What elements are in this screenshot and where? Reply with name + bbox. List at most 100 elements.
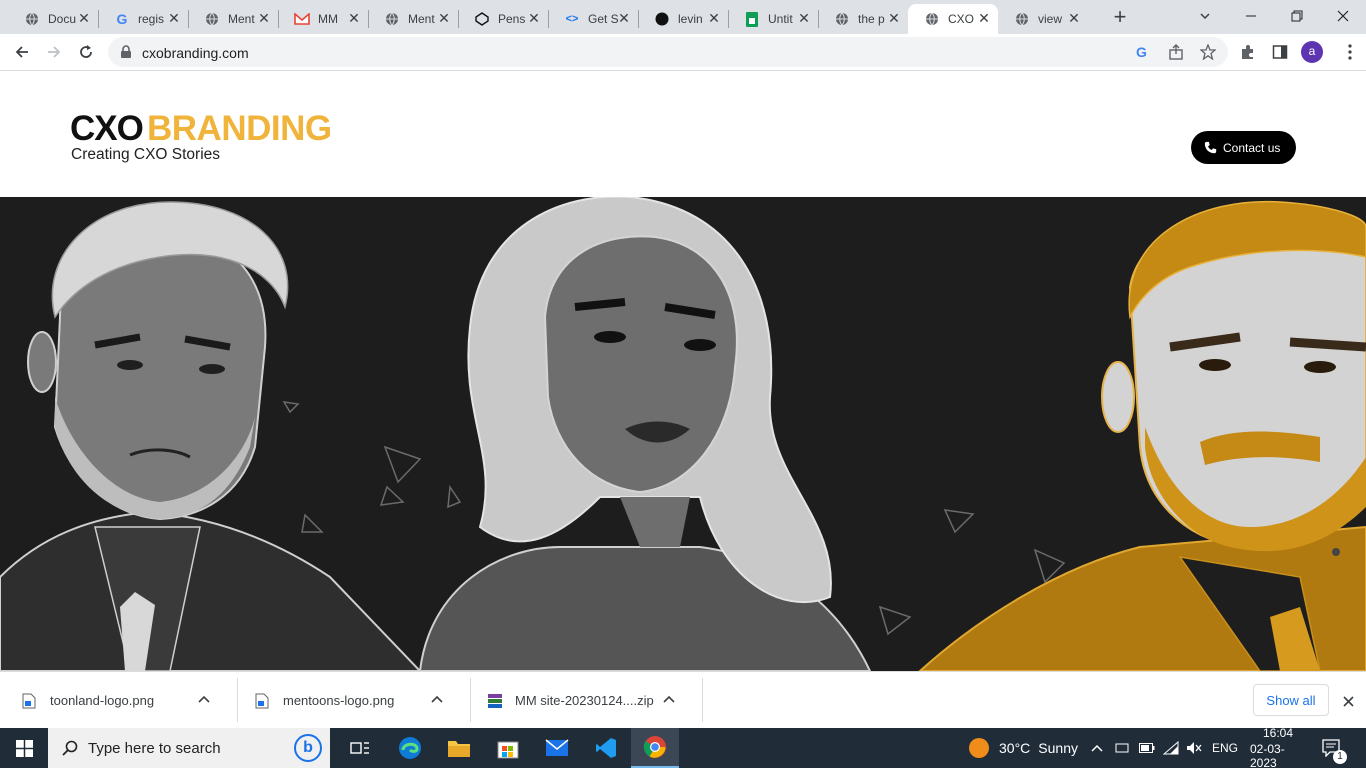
wifi-icon xyxy=(1163,741,1179,755)
tab-search-button[interactable] xyxy=(1182,0,1228,32)
share-icon[interactable] xyxy=(1168,44,1184,60)
taskbar-vscode[interactable] xyxy=(582,728,630,768)
tab-10[interactable]: CXO ✕ xyxy=(908,4,998,34)
start-button[interactable] xyxy=(0,728,48,768)
download-separator xyxy=(237,678,238,722)
download-item[interactable]: MM site-20230124....zip xyxy=(487,672,702,729)
tab-3[interactable]: MM ✕ xyxy=(278,4,368,34)
tab-separator xyxy=(368,10,369,28)
notification-count: 1 xyxy=(1333,750,1347,764)
tab-11[interactable]: view ✕ xyxy=(998,4,1088,34)
taskbar-store[interactable] xyxy=(484,728,532,768)
browser-toolbar: cxobranding.com G a xyxy=(0,34,1366,71)
tab-7[interactable]: levin ✕ xyxy=(638,4,728,34)
extensions-button[interactable] xyxy=(1234,38,1262,66)
side-panel-button[interactable] xyxy=(1266,38,1294,66)
battery-indicator[interactable] xyxy=(1139,728,1155,768)
tab-5[interactable]: Pens ✕ xyxy=(458,4,548,34)
tab-4[interactable]: Ment ✕ xyxy=(368,4,458,34)
tab-close-icon[interactable]: ✕ xyxy=(976,10,992,26)
weather-text: Sunny xyxy=(1038,740,1078,756)
tab-close-icon[interactable]: ✕ xyxy=(1066,10,1082,26)
close-icon xyxy=(1342,695,1354,707)
logo-text-cxo[interactable]: CXO xyxy=(70,109,144,149)
tab-close-icon[interactable]: ✕ xyxy=(886,10,902,26)
tab-strip: Docu ✕ Gregis ✕ Ment ✕ MM ✕ Ment ✕ Pens ✕ <> Get S ✕ le… xyxy=(0,0,1366,34)
tab-6[interactable]: <> Get S ✕ xyxy=(548,4,638,34)
store-icon xyxy=(497,741,519,759)
search-icon xyxy=(62,740,78,756)
tab-9[interactable]: the p ✕ xyxy=(818,4,908,34)
tab-close-icon[interactable]: ✕ xyxy=(796,10,812,26)
tab-close-icon[interactable]: ✕ xyxy=(706,10,722,26)
tab-2[interactable]: Ment ✕ xyxy=(188,4,278,34)
restore-button[interactable] xyxy=(1274,0,1320,32)
taskbar-mail[interactable] xyxy=(533,728,581,768)
tab-separator xyxy=(638,10,639,28)
clock[interactable]: 16:04 02-03-2023 xyxy=(1250,726,1306,770)
tab-close-icon[interactable]: ✕ xyxy=(526,10,542,26)
taskbar-edge[interactable] xyxy=(386,728,434,768)
address-bar[interactable]: cxobranding.com G xyxy=(108,37,1228,67)
side-panel-icon xyxy=(1272,45,1288,59)
taskbar-search-box[interactable]: Type here to search b xyxy=(48,728,330,768)
profile-avatar[interactable]: a xyxy=(1301,41,1323,63)
taskbar-chrome[interactable] xyxy=(631,728,679,768)
phone-icon xyxy=(1204,141,1217,154)
close-icon xyxy=(1337,10,1349,22)
bing-icon[interactable]: b xyxy=(294,734,322,762)
tab-close-icon[interactable]: ✕ xyxy=(76,10,92,26)
mail-icon xyxy=(545,739,569,756)
globe-icon xyxy=(204,11,220,27)
tab-close-icon[interactable]: ✕ xyxy=(346,10,362,26)
close-downloads-button[interactable] xyxy=(1338,691,1358,711)
chevron-up-icon[interactable] xyxy=(659,690,679,710)
chevron-up-icon[interactable] xyxy=(194,690,214,710)
folder-icon xyxy=(448,741,470,757)
download-item[interactable]: mentoons-logo.png xyxy=(255,672,470,729)
tab-close-icon[interactable]: ✕ xyxy=(166,10,182,26)
download-separator xyxy=(470,678,471,722)
edge-icon xyxy=(399,737,421,759)
logo-text-branding[interactable]: BRANDING xyxy=(147,109,332,149)
windows-logo-icon xyxy=(15,739,33,757)
minimize-button[interactable] xyxy=(1228,0,1274,32)
close-window-button[interactable] xyxy=(1320,0,1366,32)
volume-indicator[interactable] xyxy=(1186,728,1202,768)
tab-1[interactable]: Gregis ✕ xyxy=(98,4,188,34)
tab-close-icon[interactable]: ✕ xyxy=(256,10,272,26)
back-button[interactable] xyxy=(8,38,36,66)
tab-separator xyxy=(728,10,729,28)
tab-separator xyxy=(278,10,279,28)
image-file-icon xyxy=(22,693,36,709)
chevron-up-icon[interactable] xyxy=(427,690,447,710)
meet-now-button[interactable] xyxy=(1115,728,1129,768)
url-text: cxobranding.com xyxy=(142,45,249,61)
wifi-indicator[interactable] xyxy=(1163,728,1179,768)
windows-taskbar: Type here to search b 30°C Sunny ENG 16:… xyxy=(0,726,1366,770)
weather-widget[interactable]: 30°C Sunny xyxy=(968,728,1078,768)
taskbar-file-explorer[interactable] xyxy=(435,728,483,768)
download-separator xyxy=(702,678,703,722)
show-all-button[interactable]: Show all xyxy=(1253,684,1329,716)
reload-button[interactable] xyxy=(72,38,100,66)
tab-8[interactable]: Untit ✕ xyxy=(728,4,818,34)
notification-center-button[interactable]: 1 xyxy=(1322,728,1347,768)
tagline: Creating CXO Stories xyxy=(71,146,221,163)
tab-close-icon[interactable]: ✕ xyxy=(616,10,632,26)
menu-button[interactable] xyxy=(1336,38,1364,66)
tray-overflow-button[interactable] xyxy=(1090,728,1104,768)
forward-button[interactable] xyxy=(40,38,68,66)
tab-0[interactable]: Docu ✕ xyxy=(8,4,98,34)
vscode-icon xyxy=(596,738,616,758)
contact-us-button[interactable]: Contact us xyxy=(1191,131,1296,164)
chevron-down-icon xyxy=(1200,13,1210,20)
task-view-button[interactable] xyxy=(336,728,384,768)
hero-illustration xyxy=(0,197,1366,671)
tab-close-icon[interactable]: ✕ xyxy=(436,10,452,26)
new-tab-button[interactable]: + xyxy=(1108,6,1132,30)
language-indicator[interactable]: ENG xyxy=(1212,728,1238,768)
download-item[interactable]: toonland-logo.png xyxy=(22,672,237,729)
star-icon[interactable] xyxy=(1200,44,1216,60)
google-icon[interactable]: G xyxy=(1136,44,1152,60)
